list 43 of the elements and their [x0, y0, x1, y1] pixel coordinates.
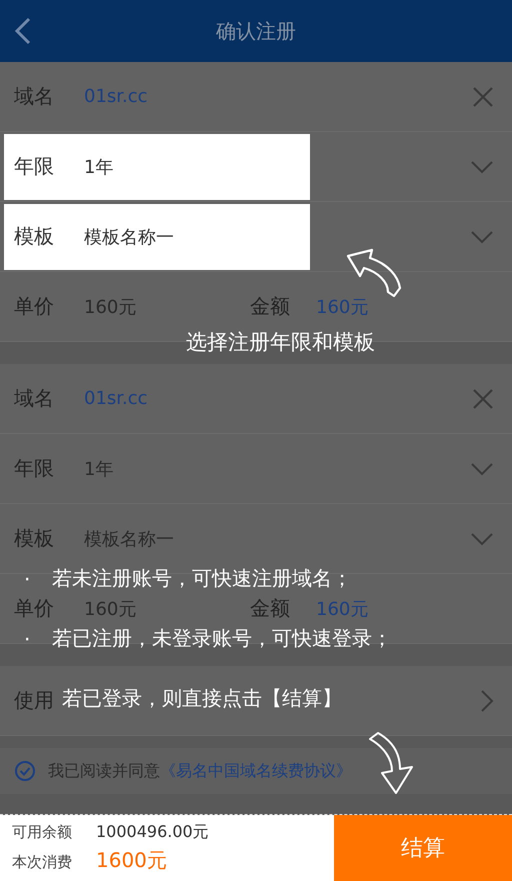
field-label: 域名: [14, 385, 55, 412]
chevron-down-icon[interactable]: [470, 160, 494, 174]
field-label: 单价: [14, 293, 55, 320]
coupon-label[interactable]: 使用: [14, 687, 54, 714]
guide-tip: 若未注册账号，可快速注册域名；: [52, 565, 352, 592]
field-label: 模板: [14, 223, 55, 250]
guide-tip: 若已登录，则直接点击【结算】: [62, 685, 342, 712]
checkout-button[interactable]: 结算: [334, 815, 512, 881]
field-label: 年限: [14, 153, 55, 180]
price-value: 160元: [84, 296, 136, 318]
guide-tip: 若已注册，未登录账号，可快速登录；: [52, 625, 392, 652]
cost-value: 1600元: [96, 847, 167, 874]
price-value: 160元: [84, 598, 136, 620]
bullet-mark: ·: [24, 566, 32, 590]
guide-caption: 选择注册年限和模板: [186, 329, 375, 356]
field-label: 年限: [14, 455, 55, 482]
domain-name: 01sr.cc: [84, 86, 148, 107]
agreement-link[interactable]: 《易名中国域名续费协议》: [160, 760, 352, 782]
amount-value: 160元: [316, 598, 368, 620]
balance-label: 可用余额: [12, 823, 73, 842]
cost-label: 本次消费: [12, 853, 73, 872]
back-icon[interactable]: [14, 17, 32, 45]
chevron-down-icon[interactable]: [470, 532, 494, 546]
bullet-mark: ·: [24, 626, 32, 650]
field-value: 模板名称一: [84, 226, 174, 248]
field-value: 1年: [84, 458, 114, 480]
page-title: 确认注册: [215, 18, 297, 44]
field-label: 模板: [14, 525, 55, 552]
chevron-down-icon[interactable]: [470, 462, 494, 476]
domain-name: 01sr.cc: [84, 388, 148, 409]
field-label: 单价: [14, 595, 55, 622]
amount-label: 金额: [250, 293, 291, 320]
checkbox-icon[interactable]: [14, 760, 36, 782]
field-value: 模板名称一: [84, 528, 174, 550]
field-value: 1年: [84, 156, 114, 178]
amount-label: 金额: [250, 595, 291, 622]
field-label: 域名: [14, 83, 55, 110]
close-icon[interactable]: [472, 388, 494, 410]
balance-value: 1000496.00元: [96, 822, 209, 843]
chevron-right-icon[interactable]: [480, 688, 494, 712]
close-icon[interactable]: [472, 86, 494, 108]
amount-value: 160元: [316, 296, 368, 318]
chevron-down-icon[interactable]: [470, 230, 494, 244]
